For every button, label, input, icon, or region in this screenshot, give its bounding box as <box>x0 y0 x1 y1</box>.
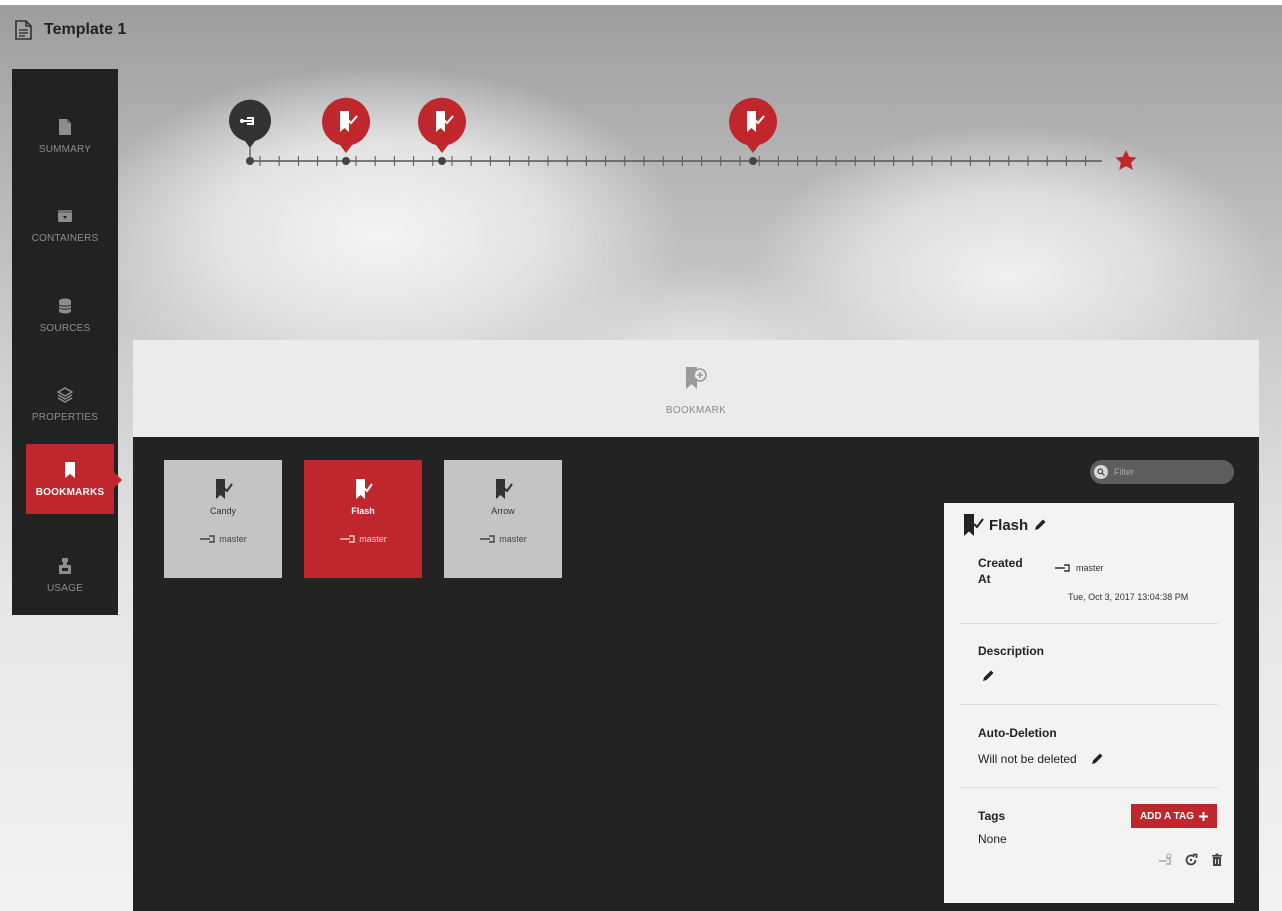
container-icon <box>58 209 72 222</box>
divider <box>960 704 1218 705</box>
edit-description-icon[interactable] <box>981 669 995 683</box>
auto-deletion-label: Auto-Deletion <box>978 726 1057 740</box>
document-icon <box>59 118 71 135</box>
sidebar-item-label: BOOKMARKS <box>35 486 105 498</box>
sidebar-item-sources[interactable]: SOURCES <box>12 280 118 350</box>
timeline-marker-branch[interactable] <box>228 99 271 165</box>
layers-icon <box>56 386 74 403</box>
sidebar-item-label: USAGE <box>46 582 83 594</box>
usage-icon <box>59 557 71 574</box>
bookmark-check-icon <box>496 479 513 499</box>
bookmark-card-branch: master <box>199 534 247 544</box>
created-branch: master <box>1054 563 1104 573</box>
title-bar: Template 1 <box>12 16 126 44</box>
timeline-marker-bookmark[interactable] <box>417 97 466 165</box>
branch-label: master <box>499 534 527 544</box>
branch-label: master <box>219 534 247 544</box>
sidebar: SUMMARY CONTAINERS SOURCES PROPERTIES BO… <box>12 69 122 615</box>
edit-auto-deletion-icon[interactable] <box>1090 752 1104 766</box>
branch-icon <box>340 535 355 543</box>
bookmark-card[interactable]: Arrow master <box>444 460 562 578</box>
sidebar-item-containers[interactable]: CONTAINERS <box>12 190 118 260</box>
bookmark-bar-label: BOOKMARK <box>665 405 727 416</box>
bookmark-check-icon <box>356 479 373 499</box>
create-bookmark-bar[interactable]: BOOKMARK <box>133 340 1259 437</box>
created-label-line1: Created <box>978 556 1023 570</box>
timeline-axis <box>250 156 1102 166</box>
plus-icon <box>1199 811 1209 821</box>
bookmark-check-icon <box>216 479 233 499</box>
created-label-line2: At <box>978 572 991 586</box>
detail-header: Flash <box>962 513 1047 537</box>
timeline-marker-bookmark[interactable] <box>321 97 370 165</box>
tags-label: Tags <box>978 809 1006 823</box>
bookmark-card[interactable]: Candy master <box>164 460 282 578</box>
edit-name-icon[interactable] <box>1033 518 1047 532</box>
sidebar-item-usage[interactable]: USAGE <box>12 540 118 610</box>
create-branch-icon[interactable] <box>1158 853 1172 867</box>
bookmark-card-name: Flash <box>351 506 375 516</box>
tags-value: None <box>978 832 1007 846</box>
add-tag-label: ADD A TAG <box>1139 810 1195 822</box>
detail-title: Flash <box>989 516 1029 534</box>
bookmark-card[interactable]: Flash master <box>304 460 422 578</box>
branch-icon <box>480 535 495 543</box>
bookmark-card-branch: master <box>479 534 527 544</box>
bookmark-card-name: Candy <box>209 506 236 516</box>
branch-icon <box>200 535 215 543</box>
branch-icon <box>1055 564 1070 572</box>
created-branch-label: master <box>1076 563 1104 573</box>
branch-label: master <box>359 534 387 544</box>
divider <box>960 623 1218 624</box>
database-icon <box>58 298 72 313</box>
bookmark-card-branch: master <box>339 534 387 544</box>
sidebar-item-summary[interactable]: SUMMARY <box>12 101 118 171</box>
sidebar-item-label: CONTAINERS <box>31 232 99 244</box>
restore-icon[interactable] <box>1184 853 1198 867</box>
bookmark-icon <box>65 461 75 478</box>
sidebar-item-bookmarks[interactable]: BOOKMARKS <box>26 444 122 514</box>
add-bookmark-icon <box>686 367 707 389</box>
sidebar-item-label: PROPERTIES <box>31 411 99 423</box>
filter-input[interactable] <box>1112 466 1226 478</box>
page-title: Template 1 <box>44 21 127 38</box>
trash-icon[interactable] <box>1210 853 1224 867</box>
description-label: Description <box>978 644 1045 658</box>
document-icon <box>15 20 32 40</box>
sidebar-item-label: SOURCES <box>39 322 91 334</box>
sidebar-item-properties[interactable]: PROPERTIES <box>12 369 118 439</box>
bookmark-card-name: Arrow <box>491 506 515 516</box>
timeline <box>228 97 1137 170</box>
timeline-marker-bookmark[interactable] <box>728 97 777 165</box>
bookmark-check-icon <box>964 514 984 536</box>
auto-deletion-value: Will not be deleted <box>978 752 1077 766</box>
star-icon[interactable] <box>1115 150 1137 170</box>
divider <box>960 787 1218 788</box>
created-timestamp: Tue, Oct 3, 2017 13:04:38 PM <box>1068 592 1189 602</box>
bookmark-detail-panel: Flash Created At master Tue, Oct 3, 2017… <box>944 503 1234 903</box>
sidebar-item-label: SUMMARY <box>38 143 92 155</box>
add-tag-button[interactable]: ADD A TAG <box>1131 804 1217 828</box>
bookmarks-panel: Candy master Flash master Arrow master F… <box>133 437 1259 911</box>
search-icon <box>1094 465 1108 479</box>
created-at-label: Created At <box>978 555 1023 587</box>
detail-actions <box>1158 853 1224 867</box>
filter-box[interactable] <box>1090 460 1234 484</box>
